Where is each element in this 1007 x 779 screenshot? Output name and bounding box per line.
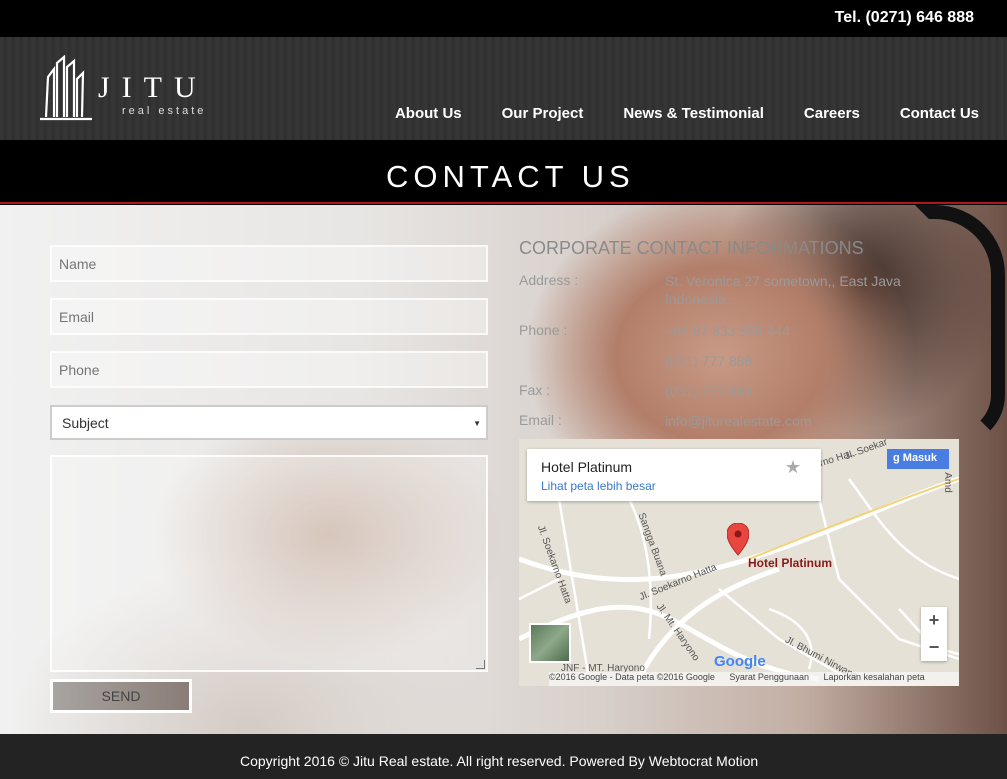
zoom-out-button[interactable]: − — [921, 634, 947, 661]
map-marker-icon[interactable] — [727, 523, 749, 561]
page-title: CONTACT US — [386, 159, 635, 194]
nav-about-us[interactable]: About Us — [395, 105, 462, 122]
nav-our-project[interactable]: Our Project — [502, 105, 584, 122]
map-report-link[interactable]: Laporkan kesalahan peta — [824, 672, 925, 682]
subject-select[interactable]: Subject ▼ — [50, 405, 488, 440]
map-place-card: Hotel Platinum Lihat peta lebih besar ★ — [527, 449, 821, 501]
phone-label: Phone : — [519, 322, 568, 338]
satellite-toggle[interactable] — [529, 623, 571, 663]
building-logo-icon — [40, 55, 92, 121]
contact-info-heading: CORPORATE CONTACT INFORMATIONS — [519, 238, 864, 258]
subject-select-value: Subject — [62, 415, 109, 431]
embedded-map[interactable]: Jl. Soekarno Hatta Jl. Soekarno Hatta Jl… — [519, 439, 959, 686]
save-star-icon[interactable]: ★ — [785, 457, 801, 478]
map-place-title: Hotel Platinum — [541, 459, 633, 475]
name-input[interactable] — [50, 245, 488, 282]
address-label: Address : — [519, 272, 579, 288]
google-logo: Google — [714, 653, 766, 670]
larger-map-link[interactable]: Lihat peta lebih besar — [541, 479, 656, 493]
address-value: St. Veronica 27 sometown,, East Java Ind… — [665, 273, 901, 307]
site-header: JITU real estate About Us Our Project Ne… — [0, 37, 1007, 140]
corporate-contact-info: CORPORATE CONTACT INFORMATIONS Address :… — [519, 238, 959, 429]
map-terms-link[interactable]: Syarat Penggunaan — [729, 672, 809, 682]
fax-value: (031) 777 889 — [665, 383, 753, 399]
zoom-in-button[interactable]: + — [921, 607, 947, 634]
signin-label: Masuk — [902, 452, 938, 464]
dropdown-caret-icon: ▼ — [473, 419, 481, 428]
map-attribution: ©2016 Google - Data peta ©2016 Google — [549, 672, 715, 682]
nav-contact-us[interactable]: Contact Us — [900, 105, 979, 122]
nav-careers[interactable]: Careers — [804, 105, 860, 122]
road-label: Amd — [941, 472, 953, 493]
top-bar: Tel. (0271) 646 888 — [0, 0, 1007, 37]
send-button[interactable]: SEND — [50, 679, 192, 713]
footer-copyright: Copyright 2016 © Jitu Real estate. All r… — [240, 753, 759, 769]
main-nav: About Us Our Project News & Testimonial … — [355, 105, 979, 122]
phone-input[interactable] — [50, 351, 488, 388]
map-marker-label: Hotel Platinum — [748, 556, 833, 570]
map-attribution-bar: ©2016 Google - Data peta ©2016 Google Sy… — [549, 672, 959, 686]
telephone-number: Tel. (0271) 646 888 — [834, 9, 974, 26]
email-input[interactable] — [50, 298, 488, 335]
logo-brand-text: JITU — [98, 71, 208, 104]
map-zoom-control: + − — [921, 607, 947, 661]
email-label: Email : — [519, 412, 562, 428]
message-textarea[interactable] — [50, 455, 488, 672]
nav-news-testimonial[interactable]: News & Testimonial — [623, 105, 764, 122]
phone-value-1: +62 87 833 555 444 — [665, 323, 790, 339]
site-footer: Copyright 2016 © Jitu Real estate. All r… — [0, 734, 1007, 779]
phone-value-2: (031) 777 888 — [665, 353, 753, 369]
google-g-icon: g — [893, 452, 903, 464]
map-signin-button[interactable]: g Masuk — [887, 449, 949, 469]
fax-label: Fax : — [519, 382, 551, 398]
email-value[interactable]: info@jiturealestate.com — [665, 412, 955, 430]
resize-grip-icon[interactable] — [476, 660, 485, 669]
logo-subtitle: real estate — [122, 105, 207, 117]
site-logo[interactable]: JITU real estate — [40, 55, 240, 125]
page-title-bar: CONTACT US — [0, 140, 1007, 204]
